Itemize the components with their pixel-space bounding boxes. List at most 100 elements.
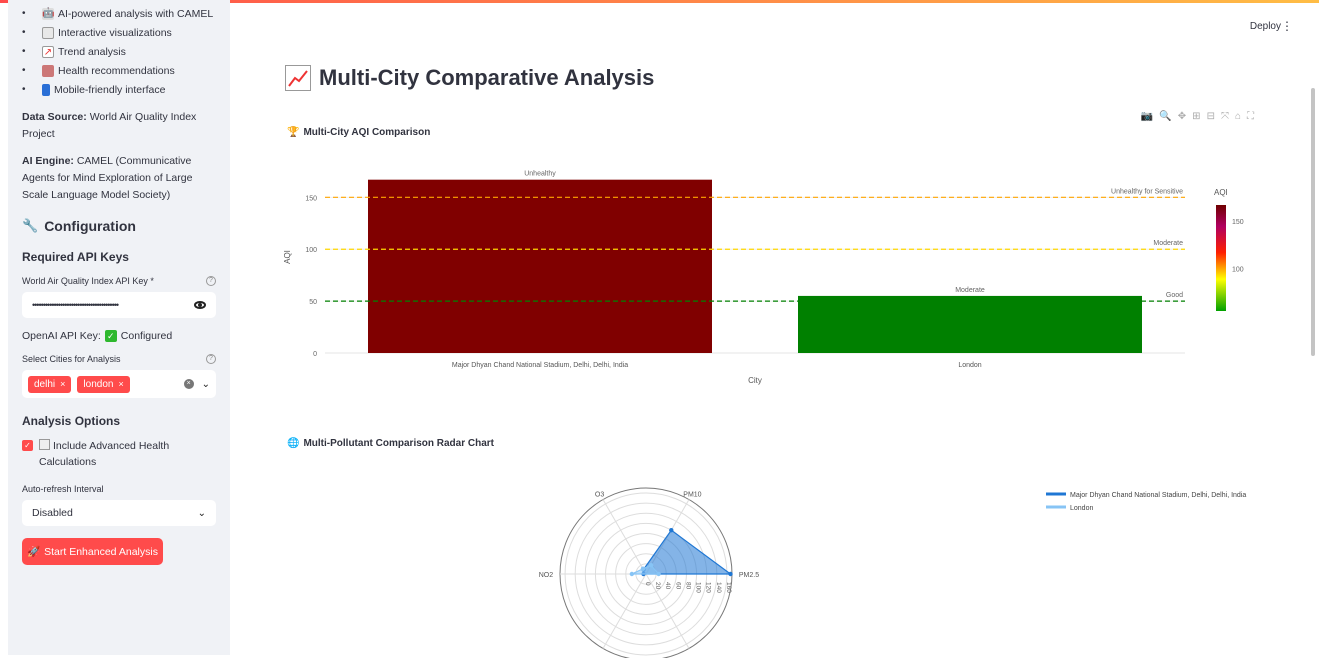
scrollbar[interactable]: [1311, 88, 1315, 356]
radial-tick-label: 40: [664, 582, 671, 590]
bar-chart[interactable]: 0 50 100 150 Unhealthy Major Dhyan Chand Nati…: [270, 153, 1300, 413]
feature-label: Mobile-friendly interface: [54, 83, 166, 96]
clear-icon[interactable]: ×: [183, 379, 194, 389]
zoom-icon[interactable]: 🔍: [1159, 111, 1171, 122]
cities-label: Select Cities for Analysis: [22, 354, 121, 364]
trend-chart-icon: [285, 65, 311, 91]
cities-multiselect[interactable]: delhi × london × × ⌄: [22, 370, 216, 398]
start-analysis-label: Start Enhanced Analysis: [44, 545, 158, 558]
advanced-health-text: Include Advanced Health Calculations: [39, 440, 170, 468]
refresh-label: Auto-refresh Interval: [22, 484, 104, 494]
more-menu-icon[interactable]: ⋮: [1281, 19, 1293, 33]
legend-label: Major Dhyan Chand National Stadium, Delh…: [1070, 492, 1246, 499]
ai-engine-label: AI Engine:: [22, 155, 74, 167]
radar-axis-label: PM2.5: [739, 572, 759, 579]
feature-list: • 🤖 AI-powered analysis with CAMEL • Intera…: [22, 0, 216, 99]
bullet: •: [22, 8, 26, 19]
deploy-button[interactable]: Deploy: [1250, 21, 1281, 32]
bar: [798, 295, 1142, 353]
openai-status: Configured: [120, 330, 173, 342]
refresh-label-row: Auto-refresh Interval: [22, 484, 216, 494]
advanced-health-checkbox[interactable]: ✓: [22, 440, 33, 451]
list-item: • Mobile-friendly interface: [22, 80, 216, 99]
radar-axis-label: PM10: [683, 492, 701, 499]
phone-icon: [42, 83, 50, 96]
city-tag-delhi[interactable]: delhi ×: [28, 375, 72, 393]
radial-tick-label: 120: [705, 582, 712, 593]
y-tick-label: 100: [305, 247, 317, 254]
bar-chart-icon: [42, 26, 54, 39]
colorbar: [1216, 205, 1226, 311]
zoom-in-icon[interactable]: ⊞: [1192, 111, 1200, 122]
city-tag-label: delhi: [34, 378, 56, 390]
chevron-down-icon[interactable]: ⌄: [202, 379, 210, 390]
bullet: •: [22, 46, 26, 57]
bar-chart-title: Multi-City AQI Comparison: [303, 127, 431, 138]
colorbar-title: AQI: [1214, 188, 1228, 197]
chevron-down-icon: ⌄: [197, 507, 206, 519]
y-tick-label: 150: [305, 195, 317, 202]
waqi-key-input[interactable]: ••••••••••••••••••••••••••••••••••••••••: [22, 292, 216, 318]
openai-label: OpenAI API Key:: [22, 330, 101, 342]
wrench-icon: 🔧: [22, 218, 39, 233]
refresh-value: Disabled: [32, 507, 73, 519]
radar-point: [629, 571, 635, 577]
remove-icon[interactable]: ×: [118, 379, 123, 389]
autoscale-icon[interactable]: ⤧: [1221, 111, 1229, 122]
check-icon: ✓: [104, 330, 117, 342]
rocket-icon: 🚀: [27, 546, 41, 558]
radar-axis-label: NO2: [539, 572, 554, 579]
cities-label-row: Select Cities for Analysis ?: [22, 354, 216, 364]
x-tick-label: Major Dhyan Chand National Stadium, Delh…: [452, 362, 628, 369]
eye-icon[interactable]: [194, 301, 206, 309]
zoom-out-icon[interactable]: ⊟: [1207, 111, 1215, 122]
radar-point: [669, 527, 674, 533]
camera-icon[interactable]: 📷: [1141, 111, 1153, 122]
city-tag-label: london: [83, 378, 114, 390]
advanced-health-label: Include Advanced Health Calculations: [39, 438, 216, 470]
fullscreen-icon[interactable]: ⛶: [1247, 111, 1254, 122]
main-content: Deploy ⋮ Multi-City Comparative Analysis…: [230, 3, 1319, 658]
data-source-label: Data Source:: [22, 111, 87, 123]
chart-modebar: 📷 🔍 ✥ ⊞ ⊟ ⤧ ⌂ ⛶: [1141, 111, 1254, 122]
bar-chart-icon: [39, 439, 50, 450]
start-analysis-button[interactable]: 🚀 Start Enhanced Analysis: [22, 538, 163, 565]
y-tick-label: 50: [309, 299, 317, 306]
reference-line-label: Unhealthy for Sensitive: [1111, 188, 1183, 195]
radial-tick-label: 160: [725, 582, 732, 593]
globe-icon: 🌐: [287, 438, 300, 449]
list-item: • 🤖 AI-powered analysis with CAMEL: [22, 4, 216, 23]
feature-label: Interactive visualizations: [58, 26, 172, 39]
radar-point: [640, 566, 646, 571]
refresh-select[interactable]: Disabled ⌄: [22, 500, 216, 526]
required-keys-heading: Required API Keys: [22, 250, 129, 264]
city-tag-london[interactable]: london ×: [77, 375, 130, 393]
advanced-health-checkbox-row[interactable]: ✓ Include Advanced Health Calculations: [22, 438, 216, 470]
trend-chart-icon: ↗: [42, 45, 54, 58]
angular-gridline: [602, 573, 647, 649]
radar-chart[interactable]: PM2.5 PM10 O3 NO2 0 20 40 60 80 100 120 140 160 Major…: [260, 458, 1310, 658]
help-icon[interactable]: ?: [206, 354, 216, 364]
radar-chart-title: Multi-Pollutant Comparison Radar Chart: [303, 438, 495, 449]
remove-icon[interactable]: ×: [60, 379, 65, 389]
bullet: •: [22, 27, 26, 38]
help-icon[interactable]: ?: [206, 276, 216, 286]
legend-label: London: [1070, 505, 1093, 512]
waqi-key-label: World Air Quality Index API Key *: [22, 276, 154, 286]
x-tick-label: London: [958, 362, 981, 369]
radar-chart-heading: 🌐 Multi-Pollutant Comparison Radar Chart: [287, 438, 494, 449]
feature-label: AI-powered analysis with CAMEL: [58, 7, 214, 20]
bar-data-label: Unhealthy: [524, 171, 556, 178]
bar-data-label: Moderate: [955, 287, 985, 294]
colorbar-tick-label: 150: [1232, 219, 1244, 226]
radial-tick-label: 140: [715, 582, 722, 593]
angular-gridline: [602, 499, 647, 575]
health-icon: [42, 64, 54, 77]
trophy-icon: 🏆: [287, 127, 300, 138]
home-icon[interactable]: ⌂: [1235, 111, 1241, 122]
feature-label: Trend analysis: [58, 45, 126, 58]
pan-icon[interactable]: ✥: [1178, 111, 1186, 122]
radar-point: [648, 563, 654, 568]
radar-point: [656, 571, 661, 577]
reference-line-label: Moderate: [1153, 240, 1183, 247]
